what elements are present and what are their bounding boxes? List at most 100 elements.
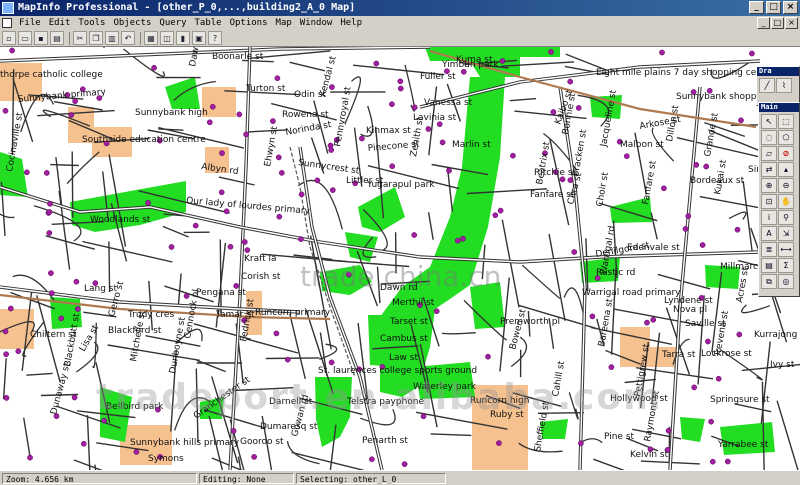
- statistics-icon[interactable]: Σ: [778, 258, 794, 273]
- menu-edit[interactable]: Edit: [45, 18, 75, 28]
- menu-help[interactable]: Help: [336, 18, 366, 28]
- menu-tools[interactable]: Tools: [74, 18, 109, 28]
- minimize-button[interactable]: _: [749, 1, 764, 14]
- mdi-close-button[interactable]: ×: [785, 17, 798, 29]
- poi-marker: [500, 58, 505, 63]
- map-label: Cambus st: [380, 334, 428, 344]
- menu-query[interactable]: Query: [155, 18, 190, 28]
- new-map-icon[interactable]: ◫: [160, 31, 174, 45]
- editing-status[interactable]: Editing: None: [199, 473, 294, 484]
- poi-marker: [374, 61, 379, 66]
- invert-select-icon[interactable]: ⇄: [761, 162, 777, 177]
- poi-marker: [3, 329, 8, 334]
- paste-icon[interactable]: ▥: [105, 31, 119, 45]
- poi-marker: [735, 227, 740, 232]
- street-segment: [290, 314, 306, 379]
- help-icon[interactable]: ?: [208, 31, 222, 45]
- unselect-icon[interactable]: ⊘: [778, 146, 794, 161]
- street-segment: [447, 167, 452, 212]
- zoom-out-icon[interactable]: ⊖: [778, 178, 794, 193]
- poi-marker: [207, 120, 212, 125]
- cut-icon[interactable]: ✂: [73, 31, 87, 45]
- poi-marker: [102, 418, 107, 423]
- menu-options[interactable]: Options: [226, 18, 272, 28]
- menu-objects[interactable]: Objects: [109, 18, 155, 28]
- standard-toolbar: ▫ ▭ ▪ ▤ ✂ ❐ ▥ ↶ ▦ ◫ ▮ ▣ ?: [0, 30, 800, 47]
- marquee-select-icon[interactable]: ⬚: [778, 114, 794, 129]
- new-graph-icon[interactable]: ▮: [176, 31, 190, 45]
- polygon-select-icon[interactable]: ⬠: [778, 130, 794, 145]
- label-tool-icon[interactable]: A: [761, 226, 777, 241]
- mdi-restore-button[interactable]: □: [771, 17, 784, 29]
- poi-marker: [704, 164, 709, 169]
- new-layout-icon[interactable]: ▣: [192, 31, 206, 45]
- map-document-icon[interactable]: [2, 18, 12, 28]
- map-label: Edenvale st: [627, 243, 680, 253]
- poi-marker: [299, 192, 304, 197]
- watermark-primary: trade.china.cn: [300, 260, 501, 293]
- select-arrow-icon[interactable]: ↖: [761, 114, 777, 129]
- map-label: Premworth pl: [500, 317, 560, 327]
- maximize-button[interactable]: □: [766, 1, 781, 14]
- map-label: Kurrajong st: [754, 330, 800, 340]
- radius-select-icon[interactable]: ◌: [761, 130, 777, 145]
- menu-file[interactable]: File: [15, 18, 45, 28]
- drag-map-icon[interactable]: ⇲: [778, 226, 794, 241]
- map-label: Ivy st: [770, 360, 795, 370]
- save-icon[interactable]: ▪: [34, 31, 48, 45]
- poi-marker: [219, 190, 224, 195]
- mdi-minimize-button[interactable]: _: [757, 17, 770, 29]
- close-button[interactable]: ×: [783, 1, 798, 14]
- map-window[interactable]: thorpe catholic collegeSunnybank primary…: [0, 47, 800, 470]
- layer-control-icon[interactable]: ≣: [761, 242, 777, 257]
- poi-marker: [659, 50, 664, 55]
- menu-map[interactable]: Map: [272, 18, 296, 28]
- selecting-status[interactable]: Selecting: other_L_0: [296, 473, 446, 484]
- map-label: Trudy cres: [127, 310, 174, 320]
- menu-table[interactable]: Table: [191, 18, 226, 28]
- poi-marker: [749, 51, 754, 56]
- new-icon[interactable]: ▫: [2, 31, 16, 45]
- poi-marker: [330, 188, 335, 193]
- zoom-in-icon[interactable]: ⊕: [761, 178, 777, 193]
- street-segment: [290, 62, 325, 71]
- new-browser-icon[interactable]: ▦: [144, 31, 158, 45]
- graph-select-icon[interactable]: ▴: [778, 162, 794, 177]
- poi-marker: [644, 320, 649, 325]
- info-tool-icon[interactable]: i: [761, 210, 777, 225]
- change-view-icon[interactable]: ⊡: [761, 194, 777, 209]
- show-legend-icon[interactable]: ▤: [761, 258, 777, 273]
- poi-marker: [700, 242, 705, 247]
- print-icon[interactable]: ▤: [50, 31, 64, 45]
- poi-marker: [548, 49, 553, 54]
- street-curve: [442, 333, 476, 334]
- map-label: Lang st: [84, 284, 117, 294]
- poi-marker: [134, 449, 139, 454]
- polyline-tool-icon[interactable]: ⌇: [776, 78, 792, 93]
- main-palette[interactable]: Main ↖ ⬚ ◌ ⬠ ▱ ⊘ ⇄ ▴ ⊕ ⊖ ⊡ ✋ i ⚲ A ⇲ ≣ ⟷…: [758, 102, 800, 297]
- poi-marker: [440, 140, 445, 145]
- poi-marker: [277, 214, 282, 219]
- drawing-palette[interactable]: Dra ╱ ⌇: [756, 66, 800, 106]
- map-label: Marlin st: [452, 140, 491, 150]
- set-target-icon[interactable]: ◎: [778, 274, 794, 289]
- hotlink-icon[interactable]: ⚲: [778, 210, 794, 225]
- poi-marker: [398, 86, 403, 91]
- poi-marker: [274, 331, 279, 336]
- street-segment: [429, 212, 434, 239]
- menu-window[interactable]: Window: [296, 18, 337, 28]
- ruler-icon[interactable]: ⟷: [778, 242, 794, 257]
- grabber-hand-icon[interactable]: ✋: [778, 194, 794, 209]
- clip-region-icon[interactable]: ⧉: [761, 274, 777, 289]
- street-segment: [179, 274, 182, 305]
- line-tool-icon[interactable]: ╱: [759, 78, 775, 93]
- poi-marker: [219, 151, 224, 156]
- open-icon[interactable]: ▭: [18, 31, 32, 45]
- boundary-select-icon[interactable]: ▱: [761, 146, 777, 161]
- street-segment: [219, 177, 255, 185]
- copy-icon[interactable]: ❐: [89, 31, 103, 45]
- undo-icon[interactable]: ↶: [121, 31, 135, 45]
- poi-marker: [737, 332, 742, 337]
- poi-marker: [270, 119, 275, 124]
- map-label: Kraft la: [244, 254, 277, 264]
